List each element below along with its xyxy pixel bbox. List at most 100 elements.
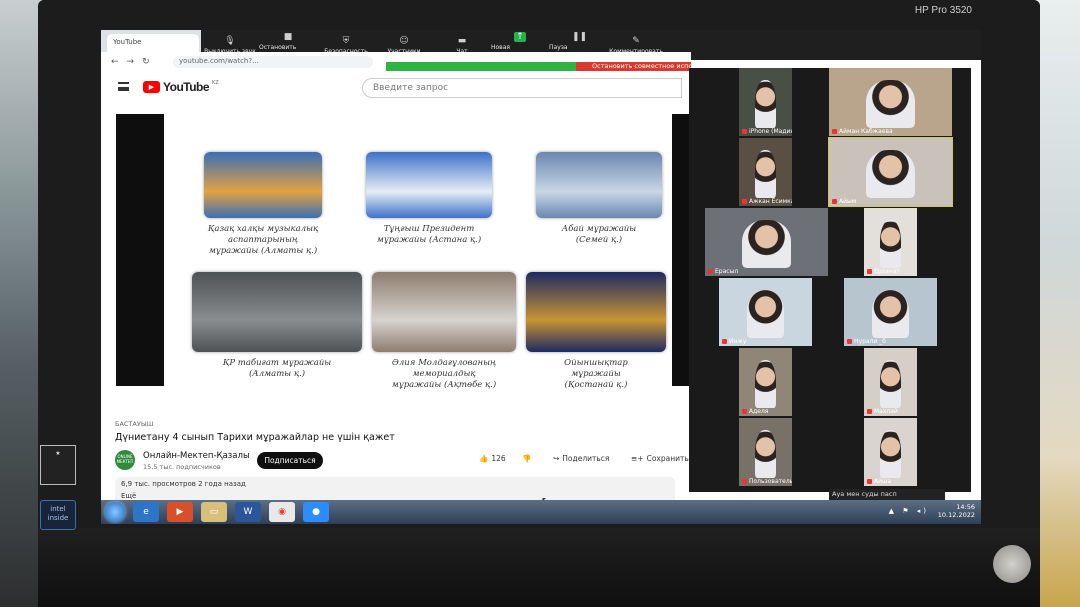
participant-tile[interactable]: Ажкан Есимканова: [739, 138, 792, 206]
tray-icons[interactable]: ▲ ⚑ ◂): [889, 507, 929, 515]
participant-name: Айым: [839, 198, 857, 205]
participant-name: iPhone (Мадина): [749, 128, 792, 135]
museum-caption: Әлия Молдағұлованың мемориалдық мұражайы…: [391, 358, 497, 390]
pause-icon: ❚❚: [572, 32, 588, 42]
participant-name: Ерасыл: [715, 268, 739, 275]
start-button[interactable]: [105, 502, 125, 522]
muted-mic-icon: [847, 339, 852, 344]
subscriber-count: 15,5 тыс. подписчиков: [143, 463, 221, 471]
address-bar[interactable]: youtube.com/watch?...: [173, 56, 373, 68]
muted-mic-icon: [742, 199, 747, 204]
participant-label: iPhone (Мадина): [742, 128, 792, 135]
participant-tile[interactable]: Ерасыл: [705, 208, 828, 276]
participant-video: [754, 430, 777, 478]
museum-photo: [366, 152, 492, 218]
museum-caption: Қазақ халқы музыкалық аспаптарының мұраж…: [207, 224, 319, 256]
museum-caption: Тұңғыш Президент мұражайы (Астана қ.): [376, 224, 482, 245]
browser-window: ← → ↻ youtube.com/watch?... Остановить с…: [101, 52, 696, 507]
museum-photo: [526, 272, 666, 352]
thumbs-down-icon: 👎: [522, 454, 532, 463]
video-hashtag[interactable]: БАСТАУЫШ: [115, 420, 154, 428]
dislike-button[interactable]: 👎: [522, 454, 531, 463]
menu-icon[interactable]: [118, 82, 129, 91]
zoom-app-icon[interactable]: ●: [303, 502, 329, 522]
channel-avatar[interactable]: ONLINE МЕКТЕП: [115, 450, 135, 470]
participant-tile[interactable]: Айым: [828, 137, 953, 207]
participant-tile[interactable]: Айман Кабжаева: [829, 68, 952, 136]
participant-video: [754, 360, 777, 408]
youtube-wordmark: YouTube: [163, 80, 210, 94]
participant-video: [879, 430, 902, 478]
participant-tile[interactable]: iPhone (Мадина): [739, 68, 792, 136]
show-more-link[interactable]: Ещё: [121, 492, 136, 500]
participant-name: Махлай: [874, 408, 898, 415]
stop-share-button[interactable]: Остановить совместное исполь: [576, 62, 691, 71]
share-label: Поделиться: [562, 454, 610, 463]
participant-label: Пользователь Zoom: [742, 478, 792, 485]
clock-time: 14:56: [956, 503, 975, 511]
participant-tile[interactable]: Айша: [864, 418, 917, 486]
participant-label: Айман Кабжаева: [832, 128, 893, 135]
participant-tile[interactable]: Аделя: [739, 348, 792, 416]
museum-photo: [536, 152, 662, 218]
participant-tile[interactable]: Пользователь Zoom: [739, 418, 792, 486]
clock[interactable]: 14:56 10.12.2022: [938, 503, 975, 519]
muted-mic-icon: [867, 479, 872, 484]
participant-tile[interactable]: Нурали _б: [844, 278, 937, 346]
muted-mic-icon: [832, 129, 837, 134]
museum-caption: ҚР табиғат мұражайы (Алматы қ.): [222, 358, 332, 379]
folder-icon[interactable]: ▭: [201, 502, 227, 522]
photo-scene: HP Pro 3520 ★ intel inside 🎙 Выключить зв…: [0, 0, 1080, 607]
thumbs-up-icon: 👍: [479, 454, 489, 463]
muted-mic-icon: [742, 409, 747, 414]
windows-taskbar: e ▶ ▭ W ◉ ● ▲ ⚑ ◂) 14:56 10.12.2022: [101, 500, 981, 524]
forward-icon[interactable]: →: [127, 57, 135, 67]
participants-icon: ☺: [399, 35, 409, 46]
subscribe-button[interactable]: Подписаться: [257, 452, 323, 469]
share-icon: ↪: [553, 454, 560, 463]
youtube-logo[interactable]: ▶ YouTube KZ: [143, 80, 219, 94]
museum-photo: [372, 272, 516, 352]
participant-tile[interactable]: Ерханат: [864, 208, 917, 276]
video-letterbox-left: [116, 114, 164, 386]
browser-tab[interactable]: YouTube: [107, 34, 199, 52]
participant-video: [865, 150, 916, 198]
participant-label: Инжу: [722, 338, 746, 345]
muted-mic-icon: [867, 409, 872, 414]
video-player[interactable]: Қазақ халқы музыкалық аспаптарының мұраж…: [116, 114, 696, 390]
channel-name[interactable]: Онлайн-Мектеп-Қазалы: [143, 451, 250, 461]
share-button[interactable]: ↪ Поделиться: [553, 454, 609, 463]
participant-name: Ерханат: [874, 268, 900, 275]
museum-caption: Ойыншықтар мұражайы (Қостанай қ.): [564, 358, 628, 390]
participant-tile[interactable]: Инжу: [719, 278, 812, 346]
chat-icon: ▬: [457, 35, 467, 46]
clock-date: 10.12.2022: [937, 511, 975, 519]
ie-icon[interactable]: e: [133, 502, 159, 522]
monitor-chin: [38, 528, 1040, 607]
participant-label: Аделя: [742, 408, 768, 415]
participant-tile[interactable]: Махлай: [864, 348, 917, 416]
participant-label: Айым: [832, 198, 856, 205]
shield-icon: ⛨: [342, 35, 350, 46]
power-button[interactable]: [993, 545, 1031, 583]
back-icon[interactable]: ←: [111, 57, 119, 67]
microphone-icon: 🎙: [224, 35, 236, 46]
video-title: Дүниетану 4 сынып Тарихи мұражайлар не ү…: [115, 432, 395, 443]
word-icon[interactable]: W: [235, 502, 261, 522]
participant-name: Нурали _б: [854, 338, 886, 345]
chrome-icon[interactable]: ◉: [269, 502, 295, 522]
participant-name: Инжу: [729, 338, 747, 345]
participant-video: [746, 290, 785, 338]
like-button[interactable]: 👍 126: [479, 454, 506, 463]
participant-video: [871, 290, 910, 338]
muted-mic-icon: [742, 479, 747, 484]
media-player-icon[interactable]: ▶: [167, 502, 193, 522]
browser-tab-strip: YouTube: [101, 30, 201, 52]
museum-slide: Тұңғыш Президент мұражайы (Астана қ.): [366, 152, 492, 246]
save-button[interactable]: ≡+ Сохранить: [631, 454, 689, 463]
reload-icon[interactable]: ↻: [142, 57, 150, 67]
search-input[interactable]: Введите запрос: [362, 78, 682, 98]
participant-name: Ажкан Есимканова: [749, 198, 792, 205]
muted-mic-icon: [722, 339, 727, 344]
participant-label: Айша: [867, 478, 891, 485]
